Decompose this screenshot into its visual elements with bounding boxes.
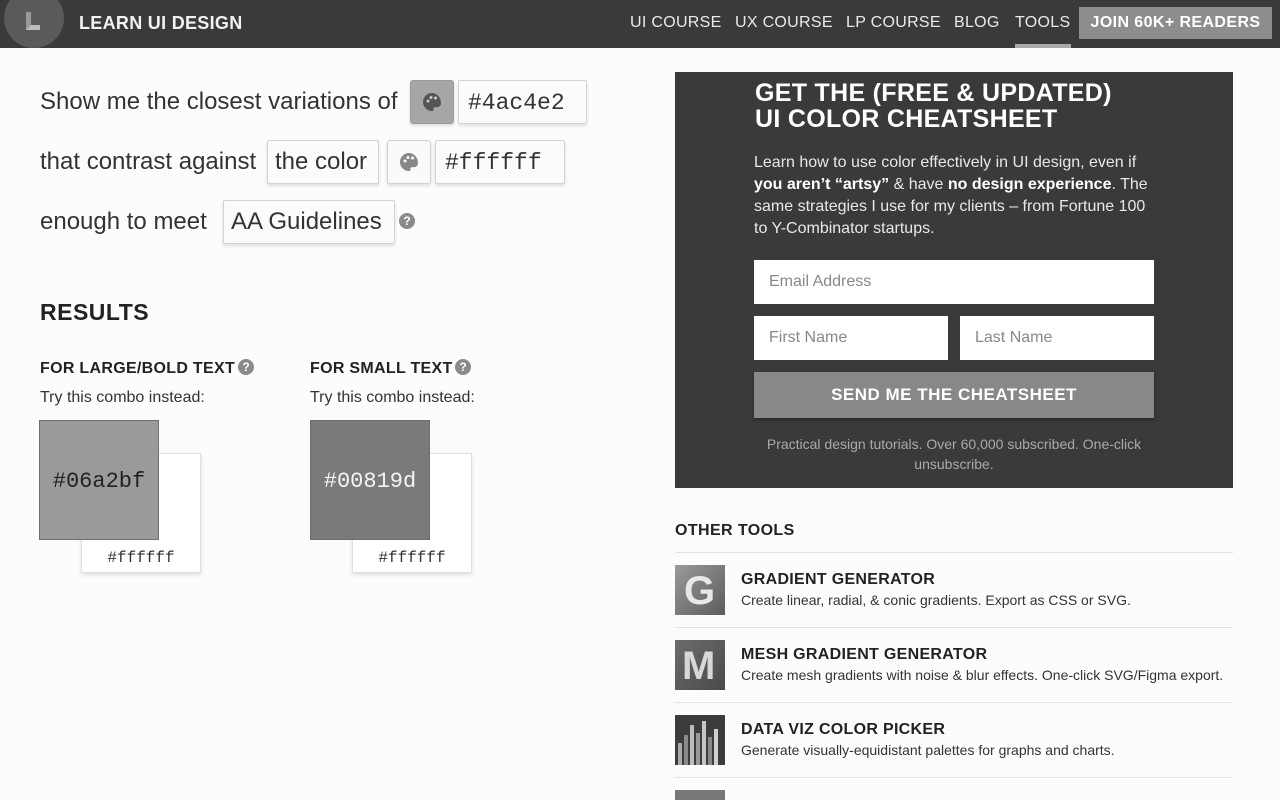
join-readers-button[interactable]: JOIN 60K+ READERS — [1079, 7, 1272, 39]
gradient-generator-icon[interactable]: G — [675, 565, 725, 615]
result-swatch-small[interactable]: #00819d — [310, 420, 430, 540]
email-field[interactable]: Email Address — [754, 260, 1154, 304]
last-name-field[interactable]: Last Name — [960, 316, 1154, 360]
help-icon[interactable]: ? — [455, 359, 471, 375]
tool-desc-dataviz: Generate visually-equidistant palettes f… — [741, 742, 1115, 758]
nav-ui-course[interactable]: UI COURSE — [630, 14, 722, 32]
cheatsheet-signup-panel: GET THE (FREE & UPDATED) UI COLOR CHEATS… — [675, 72, 1233, 488]
small-text-subtext: Try this combo instead: — [310, 389, 475, 406]
tool-title-dataviz[interactable]: DATA VIZ COLOR PICKER — [741, 721, 945, 739]
small-text-heading: FOR SMALL TEXT — [310, 360, 453, 377]
large-text-heading: FOR LARGE/BOLD TEXT — [40, 360, 236, 377]
nav-active-indicator — [1015, 44, 1071, 48]
color-picker-button-1[interactable] — [410, 80, 454, 124]
top-navbar: LEARN UI DESIGN UI COURSE UX COURSE LP C… — [0, 0, 1280, 48]
against-select[interactable]: the color — [267, 140, 379, 184]
nav-ux-course[interactable]: UX COURSE — [735, 14, 833, 32]
next-tool-icon[interactable] — [675, 790, 725, 800]
mesh-gradient-icon[interactable]: M — [675, 640, 725, 690]
color-input-2[interactable]: #ffffff — [435, 140, 565, 184]
brand-name[interactable]: LEARN UI DESIGN — [79, 13, 243, 34]
nav-tools[interactable]: TOOLS — [1015, 14, 1070, 32]
logo-icon[interactable] — [4, 0, 64, 48]
form-line-1: Show me the closest variations of — [40, 88, 398, 115]
results-title: RESULTS — [40, 299, 150, 325]
divider — [675, 777, 1233, 778]
tool-desc-mesh: Create mesh gradients with noise & blur … — [741, 667, 1224, 683]
color-picker-button-2[interactable] — [387, 140, 431, 184]
promo-title: GET THE (FREE & UPDATED) UI COLOR CHEATS… — [755, 79, 1112, 133]
palette-icon — [400, 153, 418, 171]
promo-footnote: Practical design tutorials. Over 60,000 … — [766, 436, 1142, 472]
divider — [675, 552, 1233, 553]
first-name-field[interactable]: First Name — [754, 316, 948, 360]
promo-description: Learn how to use color effectively in UI… — [754, 154, 1148, 237]
form-line-2: that contrast against — [40, 148, 257, 175]
help-icon[interactable]: ? — [238, 359, 254, 375]
color-input-1[interactable]: #4ac4e2 — [458, 80, 587, 124]
help-icon[interactable]: ? — [399, 213, 415, 229]
other-tools-title: OTHER TOOLS — [675, 522, 795, 539]
send-cheatsheet-button[interactable]: SEND ME THE CHEATSHEET — [754, 372, 1154, 418]
large-text-subtext: Try this combo instead: — [40, 389, 205, 406]
nav-lp-course[interactable]: LP COURSE — [846, 14, 941, 32]
form-line-3: enough to meet — [40, 208, 207, 235]
tool-title-gradient[interactable]: GRADIENT GENERATOR — [741, 571, 935, 589]
divider — [675, 627, 1233, 628]
tool-title-mesh[interactable]: MESH GRADIENT GENERATOR — [741, 646, 987, 664]
guideline-select[interactable]: AA Guidelines — [223, 200, 395, 244]
nav-blog[interactable]: BLOG — [954, 14, 1000, 32]
bar-chart-icon[interactable] — [675, 715, 725, 765]
palette-icon — [423, 93, 441, 111]
result-swatch-large[interactable]: #06a2bf — [39, 420, 159, 540]
tool-desc-gradient: Create linear, radial, & conic gradients… — [741, 592, 1131, 608]
divider — [675, 702, 1233, 703]
